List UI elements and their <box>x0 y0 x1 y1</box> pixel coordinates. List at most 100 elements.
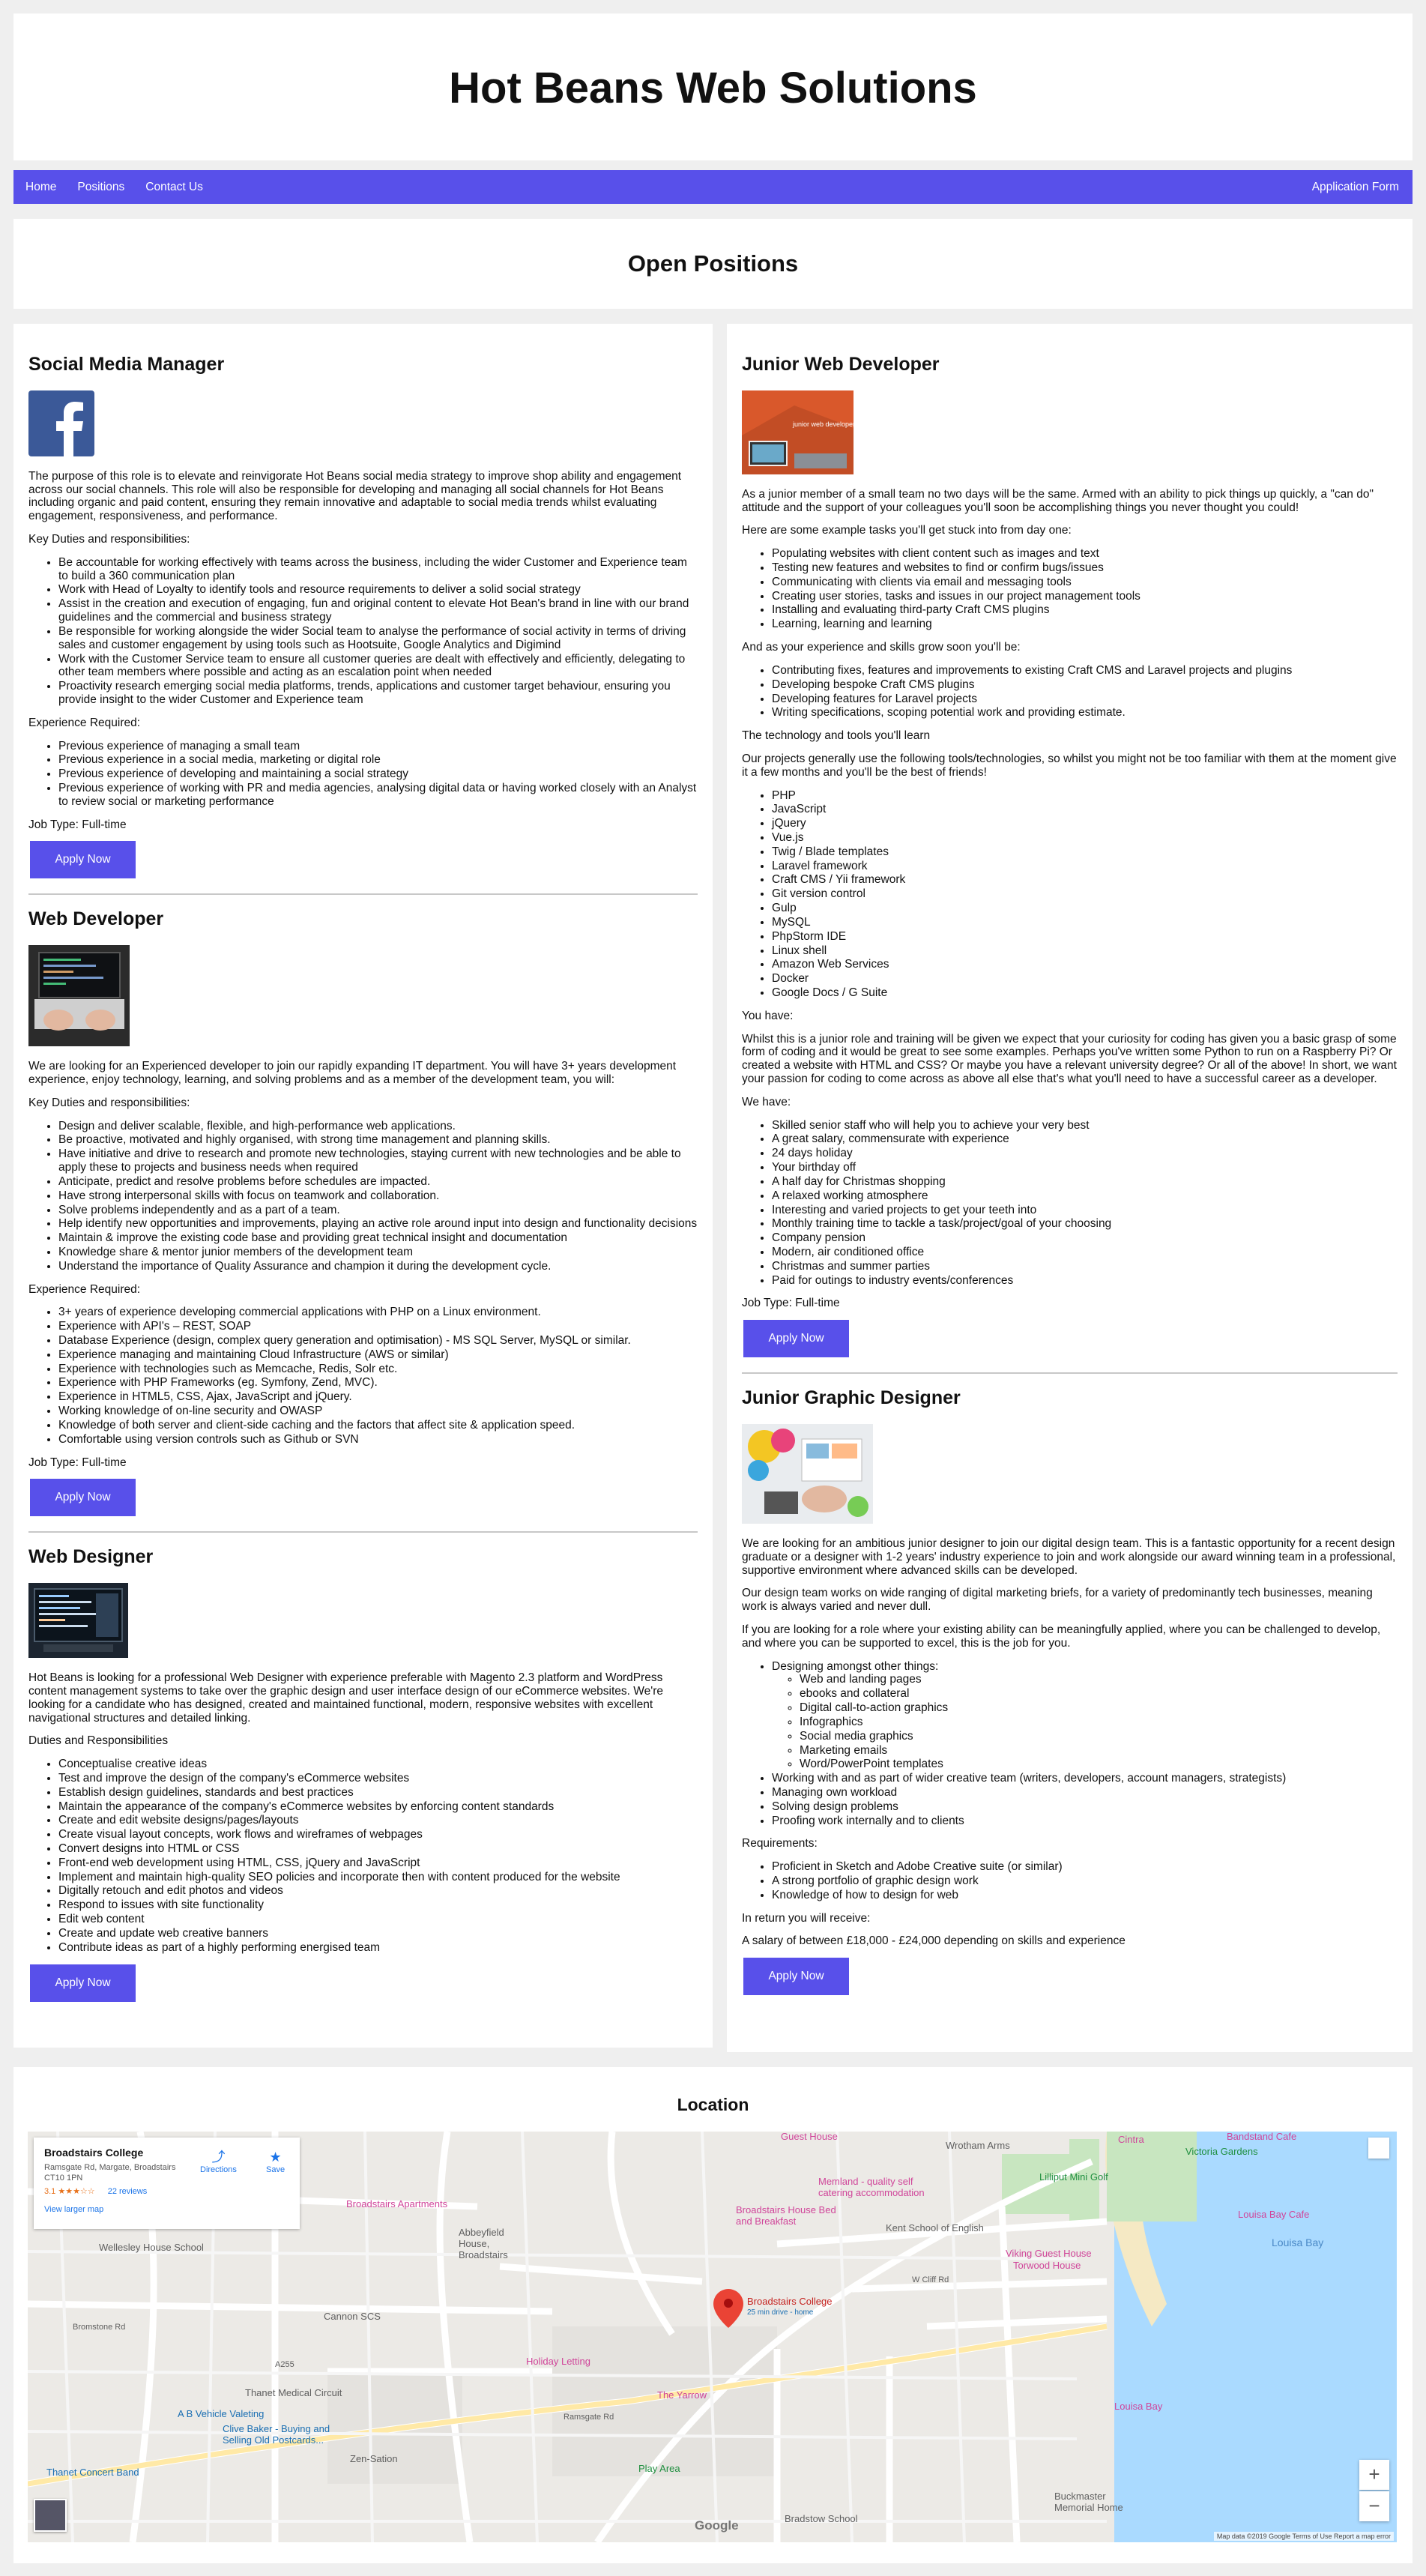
location-heading: Location <box>677 2095 749 2114</box>
list-item: Solving design problems <box>772 1800 1398 1814</box>
job-junior-web-developer: Junior Web Developer junior web develope… <box>742 354 1398 1372</box>
list-item: Craft CMS / Yii framework <box>772 873 1398 887</box>
thumb-caption: junior web developer <box>792 420 854 428</box>
map-label-college: Broadstairs College <box>747 2296 833 2307</box>
duties-heading: Key Duties and responsibilities: <box>28 533 190 546</box>
list-item: Twig / Blade templates <box>772 845 1398 859</box>
zoom-in-button[interactable]: + <box>1359 2460 1389 2490</box>
place-name: Broadstairs College <box>44 2147 144 2159</box>
map-label: Broadstairs House Bed and Breakfast <box>736 2204 836 2227</box>
list-item: Interesting and varied projects to get y… <box>772 1204 1398 1217</box>
experience-heading: Experience Required: <box>28 716 141 729</box>
apply-now-button[interactable]: Apply Now <box>743 1320 849 1358</box>
list-item: Respond to issues with site functionalit… <box>58 1898 698 1912</box>
list-item: Understand the importance of Quality Ass… <box>58 1260 698 1273</box>
job-title: Web Designer <box>28 1546 154 1568</box>
list-item: Working with and as part of wider creati… <box>772 1772 1398 1785</box>
list-item: Web and landing pages <box>800 1673 1398 1686</box>
google-logo: Google <box>695 2518 739 2533</box>
list-item: Have strong interpersonal skills with fo… <box>58 1189 698 1203</box>
list-item: Git version control <box>772 887 1398 901</box>
apply-now-button[interactable]: Apply Now <box>30 1479 136 1517</box>
designing-label: Designing amongst other things: <box>772 1659 939 1673</box>
list-item: Be responsible for working alongside the… <box>58 625 698 652</box>
map-label: Abbeyfield House, Broadstairs <box>459 2227 508 2260</box>
job-description: We are looking for an Experienced develo… <box>28 1060 677 1086</box>
nav-application-form[interactable]: Application Form <box>1312 181 1399 194</box>
duties-list: Design and deliver scalable, flexible, a… <box>58 1120 698 1273</box>
list-item: A relaxed working atmosphere <box>772 1189 1398 1203</box>
map-label: Victoria Gardens <box>1185 2146 1258 2157</box>
apply-now-button[interactable]: Apply Now <box>30 1964 136 2002</box>
map-label: Louisa Bay <box>1114 2401 1163 2412</box>
list-item: A great salary, commensurate with experi… <box>772 1132 1398 1146</box>
view-larger-map-link[interactable]: View larger map <box>44 2205 289 2215</box>
page-heading: Open Positions <box>627 250 799 277</box>
tasks-heading: Here are some example tasks you'll get s… <box>742 524 1072 537</box>
fullscreen-button[interactable] <box>1368 2138 1389 2159</box>
nav-home[interactable]: Home <box>25 181 56 194</box>
list-item: Previous experience of managing a small … <box>58 740 698 753</box>
list-item: Your birthday off <box>772 1161 1398 1174</box>
list-item: Convert designs into HTML or CSS <box>58 1842 698 1856</box>
designing-sublist: Web and landing pages ebooks and collate… <box>800 1673 1398 1771</box>
list-item: Design and deliver scalable, flexible, a… <box>58 1120 698 1133</box>
directions-icon: ⤴ <box>211 2150 226 2165</box>
place-info-card: Broadstairs College Ramsgate Rd, Margate… <box>34 2138 300 2229</box>
job-description: We are looking for an ambitious junior d… <box>742 1536 1396 1577</box>
nav-contact[interactable]: Contact Us <box>145 181 203 194</box>
job-description-2: Our design team works on wide ranging of… <box>742 1587 1373 1614</box>
satellite-toggle[interactable] <box>34 2499 67 2532</box>
divider <box>742 1372 1398 1375</box>
list-item: Creating user stories, tasks and issues … <box>772 590 1398 603</box>
map-footer: Map data ©2019 Google Terms of Use Repor… <box>1213 2531 1394 2541</box>
list-item: Laravel framework <box>772 860 1398 873</box>
list-item: Installing and evaluating third-party Cr… <box>772 603 1398 617</box>
list-item: Implement and maintain high-quality SEO … <box>58 1871 698 1884</box>
reviews-link[interactable]: 22 reviews <box>108 2187 148 2196</box>
list-item: Company pension <box>772 1231 1398 1245</box>
list-item: PhpStorm IDE <box>772 930 1398 944</box>
map-label: Broadstairs Apartments <box>346 2198 448 2209</box>
laptop-photo <box>28 945 130 1047</box>
tasks-list: Populating websites with client content … <box>772 547 1398 631</box>
list-item: Amazon Web Services <box>772 958 1398 971</box>
we-have-heading: We have: <box>742 1095 791 1108</box>
directions-button[interactable]: ⤴ Directions <box>200 2150 237 2174</box>
map-label: The Yarrow <box>657 2389 707 2401</box>
list-item: Communicating with clients via email and… <box>772 576 1398 589</box>
save-button[interactable]: ★ Save <box>266 2150 285 2174</box>
list-item: Infographics <box>800 1716 1398 1729</box>
job-junior-graphic-designer: Junior Graphic Designer We are looking f… <box>742 1387 1398 2010</box>
zoom-out-button[interactable]: − <box>1359 2491 1389 2521</box>
apply-now-button[interactable]: Apply Now <box>30 841 136 879</box>
place-address: Ramsgate Rd, Margate, Broadstairs CT10 1… <box>44 2163 176 2183</box>
embedded-map[interactable]: Broadstairs College Ramsgate Rd, Margate… <box>28 2132 1397 2542</box>
nav-positions[interactable]: Positions <box>77 181 124 194</box>
junior-web-developer-image: junior web developer <box>742 390 854 474</box>
apply-now-button[interactable]: Apply Now <box>743 1958 849 1996</box>
list-item: Knowledge of how to design for web <box>772 1889 1398 1902</box>
list-item: Create visual layout concepts, work flow… <box>58 1828 698 1841</box>
list-item: Learning, learning and learning <box>772 618 1398 631</box>
list-item: Docker <box>772 972 1398 986</box>
job-description: As a junior member of a small team no tw… <box>742 487 1374 514</box>
list-item: Proactivity research emerging social med… <box>58 680 698 707</box>
job-type: Job Type: Full-time <box>28 1456 127 1469</box>
list-item: Knowledge share & mentor junior members … <box>58 1246 698 1259</box>
map-label: Wrotham Arms <box>946 2140 1010 2151</box>
list-item: Writing specifications, scoping potentia… <box>772 706 1398 720</box>
list-item: 3+ years of experience developing commer… <box>58 1306 698 1319</box>
facebook-logo-icon <box>28 390 94 456</box>
list-item: A strong portfolio of graphic design wor… <box>772 1874 1398 1888</box>
grow-heading: And as your experience and skills grow s… <box>742 641 1021 654</box>
map-label: Thanet Medical Circuit <box>245 2387 342 2398</box>
list-item: Assist in the creation and execution of … <box>58 597 698 624</box>
list-item: Social media graphics <box>800 1730 1398 1743</box>
map-label: Zen-Sation <box>350 2453 398 2464</box>
list-item: Developing bespoke Craft CMS plugins <box>772 678 1398 692</box>
list-item: Work with Head of Loyalty to identify to… <box>58 583 698 597</box>
graphic-design-photo <box>742 1423 873 1524</box>
job-title: Junior Web Developer <box>742 354 940 375</box>
list-item: A half day for Christmas shopping <box>772 1175 1398 1189</box>
